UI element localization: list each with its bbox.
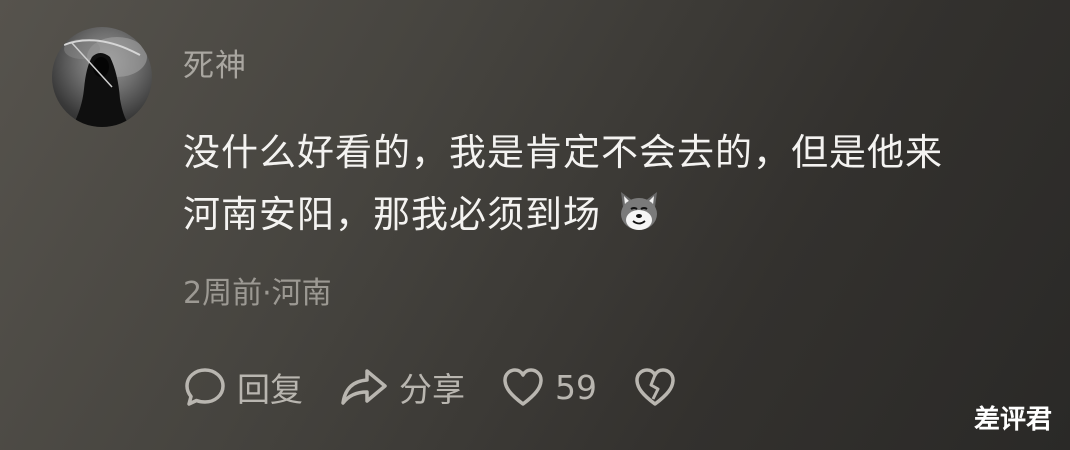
comment-text: 没什么好看的，我是肯定不会去的，但是他来 河南安阳，那我必须到场 — [183, 122, 1043, 246]
reply-button[interactable]: 回复 — [183, 363, 303, 411]
heart-icon — [501, 366, 545, 408]
share-arrow-icon — [339, 365, 389, 409]
dislike-button[interactable] — [633, 366, 677, 408]
comment-actions: 回复 分享 59 — [183, 362, 713, 412]
reply-label: 回复 — [237, 370, 303, 409]
comment-text-line: 没什么好看的，我是肯定不会去的，但是他来 — [183, 131, 943, 174]
like-count: 59 — [555, 367, 597, 407]
username[interactable]: 死神 — [183, 40, 247, 85]
comment-card: 死神 没什么好看的，我是肯定不会去的，但是他来 河南安阳，那我必须到场 2周前·… — [0, 0, 1070, 450]
share-label: 分享 — [399, 370, 465, 409]
avatar[interactable] — [52, 27, 152, 127]
share-button[interactable]: 分享 — [339, 363, 465, 411]
like-button[interactable]: 59 — [501, 366, 597, 408]
comment-text-segment: 河南安阳，那我必须到场 — [183, 193, 601, 236]
speech-bubble-icon — [183, 365, 227, 409]
comment-text-line: 河南安阳，那我必须到场 — [183, 184, 1043, 246]
watermark: 差评君 — [973, 405, 1052, 435]
reaper-avatar-image — [63, 37, 147, 127]
comment-meta: 2周前·河南 — [183, 276, 332, 311]
broken-heart-icon — [633, 366, 677, 408]
dog-face-emoji-icon — [617, 189, 661, 233]
